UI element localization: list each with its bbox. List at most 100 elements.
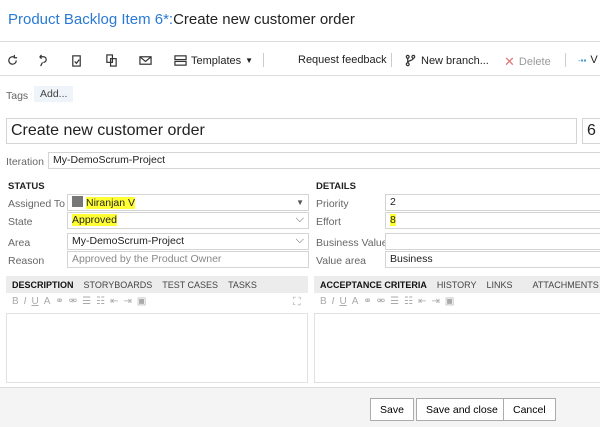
priority-label: Priority [316,198,349,210]
undo-button[interactable] [36,54,49,67]
iteration-label: Iteration [6,156,44,168]
toolbar-separator [565,53,566,67]
status-heading: STATUS [8,181,45,192]
tags-label: Tags [6,90,29,102]
effort-label: Effort [316,216,341,228]
state-value: Approved [72,214,117,226]
caret-down-icon: ▼ [296,198,304,207]
save-button[interactable]: Save [370,398,414,421]
caret-down-icon: ▼ [245,56,254,65]
left-tab-strip: DESCRIPTION STORYBOARDS TEST CASES TASKS [6,276,308,293]
insert-image-button[interactable]: ▣ [445,296,454,307]
business-value-label: Business Value [316,237,388,249]
tab-acceptance-criteria[interactable]: ACCEPTANCE CRITERIA [320,280,427,290]
assigned-to-label: Assigned To [8,198,66,210]
tab-test-cases[interactable]: TEST CASES [162,280,218,290]
numbered-list-button[interactable]: ☷ [404,296,413,307]
delete-icon: ✕ [504,54,515,69]
description-editor-toolbar: B I U A ⚭ ⚮ ☰ ☷ ⇤ ⇥ ▣ [12,296,146,307]
unlink-button[interactable]: ⚮ [69,296,77,307]
mail-icon [139,56,152,65]
window-title: Product Backlog Item 6*:Create new custo… [8,11,355,28]
tab-tasks[interactable]: TASKS [228,280,257,290]
clipboard-check-icon [72,55,81,67]
work-item-type: Product Backlog Item 6*: [8,11,174,28]
outdent-button[interactable]: ⇤ [418,296,426,307]
toolbar-separator [391,53,392,67]
area-dropdown[interactable]: My-DemoScrum-Project ⌵ [67,233,309,250]
indent-button[interactable]: ⇥ [431,296,439,307]
effort-value: 8 [390,214,396,226]
copy-icon [106,54,117,67]
more-button[interactable]: -▪▪ V [578,54,598,66]
description-editor[interactable] [6,313,308,383]
assigned-to-field[interactable]: Niranjan V ▼ [67,194,309,211]
copy-button[interactable] [105,54,118,67]
chevron-down-icon: ⌵ [295,234,304,246]
right-tab-strip: ACCEPTANCE CRITERIA HISTORY LINKS ATTACH… [314,276,600,293]
priority-field[interactable]: 2 [385,194,600,211]
link-button[interactable]: ⚭ [363,296,371,307]
tab-storyboards[interactable]: STORYBOARDS [84,280,153,290]
iteration-field[interactable]: My-DemoScrum-Project [48,152,600,169]
area-label: Area [8,237,31,249]
request-feedback-label: Request feedback [298,54,387,66]
refresh-icon [8,54,18,65]
bold-button[interactable]: B [12,296,19,307]
italic-button[interactable]: I [332,296,335,307]
highlight-button[interactable]: A [352,296,359,307]
bullet-list-button[interactable]: ☰ [390,296,399,307]
insert-image-button[interactable]: ▣ [137,296,146,307]
divider [0,75,600,76]
bullet-list-button[interactable]: ☰ [82,296,91,307]
clipboard-button[interactable] [70,54,83,67]
tab-links[interactable]: LINKS [487,280,513,290]
business-value-field[interactable] [385,233,600,250]
branch-icon [405,54,416,67]
underline-button[interactable]: U [339,296,346,307]
tab-history[interactable]: HISTORY [437,280,477,290]
unlink-button[interactable]: ⚮ [377,296,385,307]
email-button[interactable] [139,54,152,67]
undo-icon [39,54,47,67]
numbered-list-button[interactable]: ☷ [96,296,105,307]
value-area-label: Value area [316,255,367,267]
reason-label: Reason [8,255,45,267]
request-feedback-button[interactable]: Request feedback [298,54,387,66]
tab-attachments[interactable]: ATTACHMENTS [533,280,599,290]
add-tag-button[interactable]: Add... [34,86,74,102]
templates-button[interactable]: Templates ▼ [174,54,253,67]
details-heading: DETAILS [316,181,356,192]
refresh-button[interactable] [6,54,19,67]
assigned-to-value: Niranjan V [86,197,136,209]
acceptance-criteria-editor[interactable] [314,313,600,383]
more-label: V [590,54,598,66]
delete-label: Delete [518,56,551,68]
italic-button[interactable]: I [24,296,27,307]
chevron-down-icon: ⌵ [295,213,304,225]
user-avatar-icon [72,196,83,207]
value-area-field[interactable]: Business [385,251,600,268]
effort-field[interactable]: 8 [385,212,600,229]
state-dropdown[interactable]: Approved ⌵ [67,212,309,229]
tab-description[interactable]: DESCRIPTION [12,280,74,290]
cancel-button[interactable]: Cancel [503,398,556,421]
templates-label: Templates [191,54,242,67]
reason-field[interactable]: Approved by the Product Owner [67,251,309,268]
bold-button[interactable]: B [320,296,327,307]
highlight-button[interactable]: A [44,296,51,307]
new-branch-label: New branch... [421,54,489,67]
work-item-id: 6 [582,118,600,144]
delete-button[interactable]: ✕ Delete [504,54,551,70]
maximize-icon[interactable]: ⛶ [293,296,301,309]
new-branch-button[interactable]: New branch... [404,54,489,67]
underline-button[interactable]: U [31,296,38,307]
indent-button[interactable]: ⇥ [123,296,131,307]
templates-icon [174,55,187,66]
outdent-button[interactable]: ⇤ [110,296,118,307]
title-input[interactable]: Create new customer order [6,118,577,144]
area-value: My-DemoScrum-Project [72,235,185,247]
link-button[interactable]: ⚭ [55,296,63,307]
save-and-close-button[interactable]: Save and close [416,398,508,421]
acceptance-editor-toolbar: B I U A ⚭ ⚮ ☰ ☷ ⇤ ⇥ ▣ [320,296,454,307]
